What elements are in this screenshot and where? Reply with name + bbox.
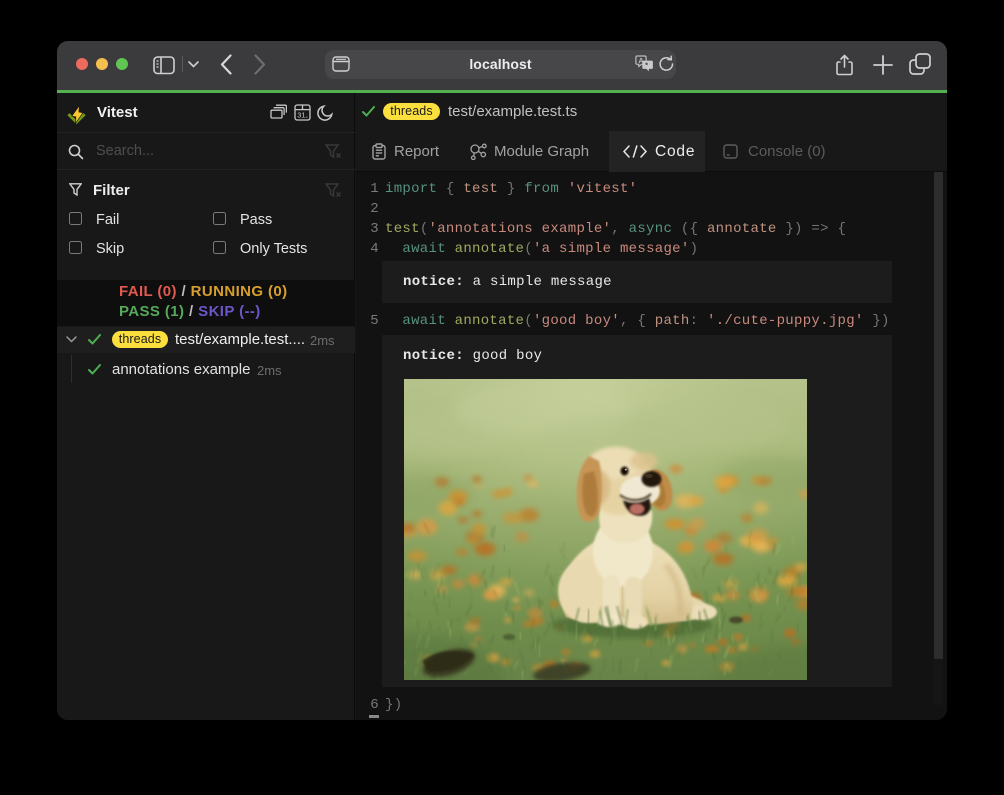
svg-text:*: *: [645, 60, 648, 69]
svg-text:31: 31: [297, 111, 305, 120]
